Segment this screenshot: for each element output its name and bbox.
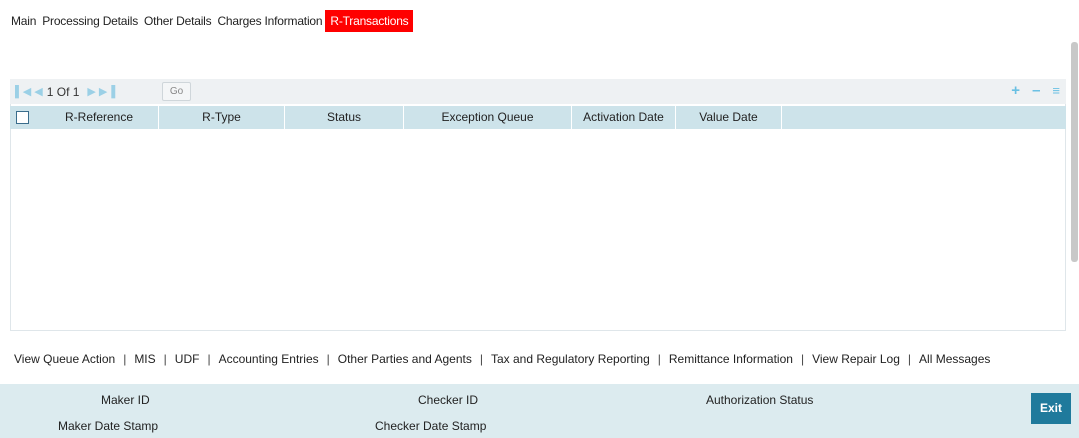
separator: | [123,352,127,366]
link-view-repair-log[interactable]: View Repair Log [812,352,900,366]
next-page-icon[interactable]: ▶ [87,85,95,98]
link-tax-and-regulatory-reporting[interactable]: Tax and Regulatory Reporting [491,352,650,366]
link-all-messages[interactable]: All Messages [919,352,990,366]
link-remittance-information[interactable]: Remittance Information [669,352,793,366]
column-header-r-type[interactable]: R-Type [159,106,285,129]
grid-toolbar: ▌◀ ◀ 1 Of 1 ▶ ▶▐ Go + – ≡ [10,79,1066,104]
authorization-status-label: Authorization Status [706,393,814,407]
column-header-r-reference[interactable]: R-Reference [40,106,159,129]
separator: | [207,352,211,366]
audit-panel: Maker ID Maker Date Stamp Checker ID Che… [0,384,1079,438]
maker-id-label: Maker ID [101,393,150,407]
separator: | [657,352,661,366]
tab-main[interactable]: Main [8,10,39,32]
separator: | [800,352,805,366]
link-mis[interactable]: MIS [134,352,155,366]
separator: | [479,352,483,366]
separator: | [163,352,167,366]
exit-button[interactable]: Exit [1031,393,1071,424]
go-button[interactable]: Go [162,82,191,101]
tab-r-transactions[interactable]: R-Transactions [325,10,414,32]
select-all-checkbox[interactable] [16,111,29,124]
tab-processing-details[interactable]: Processing Details [39,10,141,32]
vertical-scrollbar[interactable] [1071,42,1078,262]
delete-row-icon[interactable]: – [1032,82,1040,100]
pagination-text: 1 Of 1 [46,84,80,99]
tab-other-details[interactable]: Other Details [141,10,214,32]
add-row-icon[interactable]: + [1011,82,1020,100]
link-view-queue-action[interactable]: View Queue Action [14,352,115,366]
footer-links: View Queue Action | MIS | UDF | Accounti… [14,352,990,366]
link-udf[interactable]: UDF [175,352,200,366]
link-other-parties-and-agents[interactable]: Other Parties and Agents [338,352,472,366]
previous-page-icon[interactable]: ◀ [34,85,42,98]
column-header-value-date[interactable]: Value Date [676,106,782,129]
separator: | [326,352,330,366]
maker-date-stamp-label: Maker Date Stamp [58,419,159,433]
column-settings-icon[interactable]: ≡ [1052,82,1060,100]
tab-bar: Main Processing Details Other Details Ch… [8,10,414,32]
first-page-icon[interactable]: ▌◀ [15,85,31,98]
last-page-icon[interactable]: ▶▐ [99,85,115,98]
tab-charges-information[interactable]: Charges Information [214,10,325,32]
link-accounting-entries[interactable]: Accounting Entries [219,352,319,366]
column-header-status[interactable]: Status [285,106,404,129]
checker-date-stamp-label: Checker Date Stamp [375,419,487,433]
separator: | [907,352,912,366]
column-header-exception-queue[interactable]: Exception Queue [404,106,572,129]
checker-id-label: Checker ID [418,393,479,407]
column-header-activation-date[interactable]: Activation Date [572,106,676,129]
grid-header: R-Reference R-Type Status Exception Queu… [10,106,1066,129]
